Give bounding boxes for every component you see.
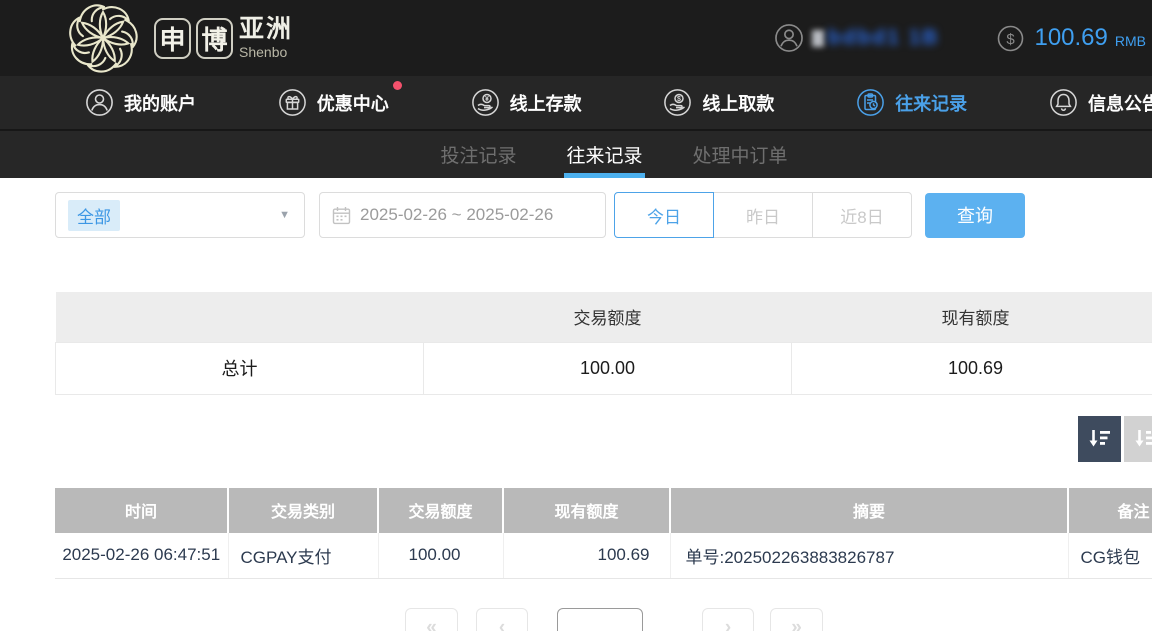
col-note: 备注 bbox=[1068, 488, 1152, 533]
nav-item-deposit[interactable]: ¥ 线上存款 bbox=[471, 88, 582, 117]
logo-char-shen: 申 bbox=[154, 18, 191, 59]
balance-display[interactable]: $ 100.69 RMB bbox=[997, 24, 1146, 52]
cell-time: 2025-02-26 06:47:51 bbox=[55, 533, 228, 579]
last-8-days-button[interactable]: 近8日 bbox=[812, 192, 912, 238]
summary-total-row: 总计 100.00 100.69 bbox=[56, 342, 1152, 394]
calendar-icon bbox=[332, 206, 351, 225]
cell-summary: 单号:202502263883826787 bbox=[670, 533, 1068, 579]
today-button[interactable]: 今日 bbox=[614, 192, 714, 238]
tab-transaction-records[interactable]: 往来记录 bbox=[564, 131, 644, 178]
sort-controls bbox=[55, 416, 1152, 462]
previous-page-button[interactable]: ‹ bbox=[476, 608, 528, 631]
tab-processing-orders[interactable]: 处理中订单 bbox=[691, 131, 790, 178]
pagination: « ‹ › » bbox=[0, 608, 1152, 631]
deposit-icon: ¥ bbox=[471, 88, 500, 117]
record-tabs: 投注记录 往来记录 处理中订单 bbox=[0, 129, 1152, 178]
cell-note: CG钱包 bbox=[1068, 533, 1152, 579]
flower-logo-icon bbox=[57, 3, 149, 73]
nav-item-transaction-records[interactable]: 往来记录 bbox=[856, 88, 967, 117]
dollar-icon: $ bbox=[997, 25, 1024, 52]
main-nav: 我的账户 优惠中心 bbox=[0, 76, 1152, 129]
cell-type: CGPAY支付 bbox=[228, 533, 378, 579]
balance-amount: 100.69 bbox=[1034, 24, 1107, 52]
type-select-value: 全部 bbox=[68, 200, 120, 231]
gift-icon bbox=[278, 88, 307, 117]
nav-item-announcements[interactable]: 信息公告 bbox=[1049, 88, 1152, 117]
summary-total-transaction: 100.00 bbox=[424, 342, 792, 394]
yesterday-button[interactable]: 昨日 bbox=[713, 192, 813, 238]
nav-item-my-account[interactable]: 我的账户 bbox=[85, 88, 196, 117]
col-type: 交易类别 bbox=[228, 488, 378, 533]
col-amount: 交易额度 bbox=[378, 488, 503, 533]
top-header: 申 博 亚洲 Shenbo bdbd1 1B $ 100.69 bbox=[0, 0, 1152, 76]
search-button[interactable]: 查询 bbox=[925, 193, 1025, 238]
summary-header-row: 交易额度 现有额度 bbox=[56, 292, 1152, 342]
next-page-button[interactable]: › bbox=[702, 608, 754, 631]
chevron-down-icon: ▼ bbox=[279, 209, 290, 221]
date-range-picker[interactable]: 2025-02-26 ~ 2025-02-26 bbox=[319, 192, 606, 238]
svg-text:$: $ bbox=[677, 96, 681, 103]
sort-descending-button[interactable] bbox=[1078, 416, 1121, 462]
username-redacted-block bbox=[812, 30, 824, 47]
col-time: 时间 bbox=[55, 488, 228, 533]
table-header-row: 时间 交易类别 交易额度 现有额度 摘要 备注 bbox=[55, 488, 1152, 533]
nav-label: 线上存款 bbox=[510, 90, 582, 116]
col-summary: 摘要 bbox=[670, 488, 1068, 533]
svg-text:¥: ¥ bbox=[485, 96, 489, 103]
nav-label: 优惠中心 bbox=[317, 90, 389, 116]
last-page-button[interactable]: » bbox=[770, 608, 823, 631]
nav-label: 信息公告 bbox=[1088, 90, 1152, 116]
tab-bet-records[interactable]: 投注记录 bbox=[438, 131, 518, 178]
username-redacted: bdbd1 1B bbox=[828, 26, 940, 50]
nav-item-withdraw[interactable]: $ 线上取款 bbox=[663, 88, 774, 117]
user-avatar-icon bbox=[774, 23, 804, 53]
sort-descending-icon bbox=[1088, 427, 1112, 451]
records-icon bbox=[856, 88, 885, 117]
filter-bar: 全部 ▼ 2025-02-26 ~ 2025-02-26 今日 昨日 近8日 查… bbox=[55, 192, 1152, 238]
nav-label: 我的账户 bbox=[124, 90, 196, 116]
transactions-table: 时间 交易类别 交易额度 现有额度 摘要 备注 2025-02-26 06:47… bbox=[55, 488, 1152, 580]
bell-icon bbox=[1049, 88, 1078, 117]
sort-ascending-icon bbox=[1134, 427, 1152, 451]
type-select[interactable]: 全部 ▼ bbox=[55, 192, 305, 238]
cell-amount: 100.00 bbox=[378, 533, 503, 579]
nav-item-promotions[interactable]: 优惠中心 bbox=[278, 88, 389, 117]
logo-region-text: 亚洲 bbox=[239, 17, 293, 42]
svg-text:$: $ bbox=[1007, 31, 1016, 48]
balance-currency: RMB bbox=[1115, 33, 1146, 49]
user-account[interactable]: bdbd1 1B bbox=[774, 23, 940, 53]
date-range-value: 2025-02-26 ~ 2025-02-26 bbox=[360, 205, 553, 225]
nav-label: 往来记录 bbox=[895, 90, 967, 116]
quick-date-group: 今日 昨日 近8日 bbox=[614, 192, 912, 238]
cell-balance: 100.69 bbox=[503, 533, 670, 579]
summary-header-transaction: 交易额度 bbox=[424, 292, 792, 342]
summary-total-balance: 100.69 bbox=[792, 342, 1152, 394]
table-row: 2025-02-26 06:47:51 CGPAY支付 100.00 100.6… bbox=[55, 533, 1152, 579]
withdraw-icon: $ bbox=[663, 88, 692, 117]
summary-total-label: 总计 bbox=[56, 342, 424, 394]
col-balance: 现有额度 bbox=[503, 488, 670, 533]
logo-char-bo: 博 bbox=[196, 18, 233, 59]
nav-label: 线上取款 bbox=[702, 90, 774, 116]
summary-header-empty bbox=[56, 292, 424, 342]
first-page-button[interactable]: « bbox=[405, 608, 458, 631]
logo-subtitle: Shenbo bbox=[239, 45, 293, 59]
page-number-input[interactable] bbox=[557, 608, 643, 631]
summary-header-balance: 现有额度 bbox=[792, 292, 1152, 342]
user-icon bbox=[85, 88, 114, 117]
site-logo[interactable]: 申 博 亚洲 Shenbo bbox=[57, 3, 293, 73]
summary-table: 交易额度 现有额度 总计 100.00 100.69 bbox=[55, 292, 1152, 395]
notification-dot bbox=[393, 81, 402, 90]
sort-ascending-button[interactable] bbox=[1124, 416, 1152, 462]
